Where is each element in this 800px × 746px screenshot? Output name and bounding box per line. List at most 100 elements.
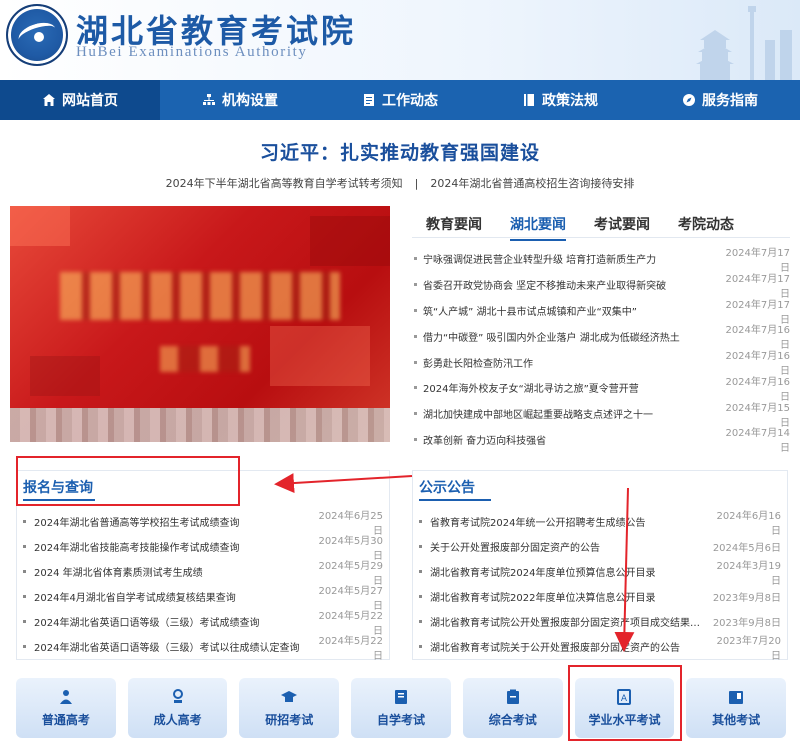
tab-authority-news[interactable]: 考院动态	[664, 212, 748, 234]
quick-link-label: 研招考试	[265, 712, 314, 727]
bullet-icon	[414, 283, 417, 287]
bullet-icon	[414, 308, 417, 312]
quick-link-button[interactable]: 自学考试	[351, 678, 451, 738]
quick-link-label: 普通高考	[41, 712, 90, 727]
list-item-title[interactable]: 改革创新 奋力迈向科技强省	[423, 432, 716, 447]
list-item-title[interactable]: 借力“中碳登” 吸引国内外企业落户 湖北成为低碳经济热土	[423, 329, 716, 344]
tab-education-news[interactable]: 教育要闻	[412, 212, 496, 234]
home-icon	[43, 94, 55, 106]
tab-exam-news[interactable]: 考试要闻	[580, 212, 664, 234]
list-item-title[interactable]: 2024年湖北省英语口语等级（三级）考试以往成绩认定查询	[34, 639, 311, 654]
list-item-title[interactable]: 2024年湖北省技能高考技能操作考试成绩查询	[34, 539, 311, 554]
list-item-title[interactable]: 关于公开处置报废部分固定资产的公告	[430, 539, 709, 554]
nav-item-label: 政策法规	[542, 93, 598, 109]
site-logo[interactable]	[6, 4, 68, 66]
announcement-list-item[interactable]: 湖北省教育考试院公开处置报废部分固定资产项目成交结果… 2023年9月8日	[413, 609, 787, 634]
registration-list-item[interactable]: 2024年湖北省普通高等学校招生考试成绩查询 2024年6月25日	[17, 509, 389, 537]
quick-link-button[interactable]: 其他考试	[686, 678, 787, 738]
bullet-icon	[419, 595, 422, 598]
news-banner-image[interactable]	[10, 206, 390, 442]
list-item-date: 2023年9月8日	[712, 593, 781, 604]
news-list-item[interactable]: 彭勇赴长阳检查防汛工作 2024年7月16日	[412, 349, 790, 377]
list-item-date: 2024年6月16日	[716, 510, 781, 537]
news-list-item[interactable]: 2024年海外校友子女“湖北寻访之旅”夏令营开营 2024年7月16日	[412, 375, 790, 403]
announcements-title[interactable]: 公示公告	[419, 477, 475, 497]
news-list-item[interactable]: 宁咏强调促进民营企业转型升级 培育打造新质生产力 2024年7月17日	[412, 246, 790, 274]
registration-list-item[interactable]: 2024年湖北省英语口语等级（三级）考试以往成绩认定查询 2024年5月22日	[17, 634, 389, 662]
nav-item-organization[interactable]: 机构设置	[160, 80, 320, 120]
list-item-title[interactable]: 宁咏强调促进民营企业转型升级 培育打造新质生产力	[423, 251, 716, 266]
list-item-title[interactable]: 2024年湖北省英语口语等级（三级）考试成绩查询	[34, 614, 311, 629]
list-item-date: 2024年3月19日	[716, 560, 781, 587]
announcement-list-item[interactable]: 省教育考试院2024年统一公开招聘考生成绩公告 2024年6月16日	[413, 509, 787, 537]
headline-link[interactable]: 习近平：扎实推动教育强国建设	[0, 138, 800, 165]
notebook-icon	[729, 690, 744, 704]
tab-hubei-news[interactable]: 湖北要闻	[496, 212, 580, 241]
announcements-panel: 公示公告 省教育考试院2024年统一公开招聘考生成绩公告 2024年6月16日 关于…	[412, 470, 788, 662]
book-icon	[524, 94, 534, 106]
bullet-icon	[414, 386, 417, 390]
registration-list-item[interactable]: 2024年湖北省英语口语等级（三级）考试成绩查询 2024年5月22日	[17, 609, 389, 637]
list-item-title[interactable]: 彭勇赴长阳检查防汛工作	[423, 355, 716, 370]
nav-item-work-news[interactable]: 工作动态	[320, 80, 480, 120]
registration-list-item[interactable]: 2024年湖北省技能高考技能操作考试成绩查询 2024年5月30日	[17, 534, 389, 562]
news-list-item[interactable]: 省委召开政党协商会 坚定不移推动未来产业取得新突破 2024年7月17日	[412, 272, 790, 300]
announcement-list-item[interactable]: 湖北省教育考试院2022年度单位决算信息公开目录 2023年9月8日	[413, 584, 787, 609]
nav-item-policy[interactable]: 政策法规	[480, 80, 640, 120]
list-item-title[interactable]: 2024年4月湖北省自学考试成绩复核结果查询	[34, 589, 311, 604]
registration-list-item[interactable]: 2024年4月湖北省自学考试成绩复核结果查询 2024年5月27日	[17, 584, 389, 612]
list-item-date: 2023年9月8日	[712, 618, 781, 629]
compass-icon	[683, 94, 695, 106]
nav-item-label: 网站首页	[62, 93, 118, 109]
quick-link-label: 综合考试	[488, 712, 537, 727]
bullet-icon	[419, 645, 422, 648]
quick-link-button[interactable]: 研招考试	[239, 678, 340, 738]
list-item-title[interactable]: 湖北加快建成中部地区崛起重要战略支点述评之十一	[423, 406, 716, 421]
nav-item-label: 服务指南	[702, 93, 758, 109]
list-item-title[interactable]: 湖北省教育考试院公开处置报废部分固定资产项目成交结果…	[430, 614, 709, 629]
bullet-icon	[23, 570, 26, 573]
bullet-icon	[23, 520, 26, 523]
list-item-title[interactable]: 2024 年湖北省体育素质测试考生成绩	[34, 564, 311, 579]
list-item-title[interactable]: 筑“人产城” 湖北十县市试点城镇和产业“双集中”	[423, 303, 716, 318]
list-item-title[interactable]: 2024年海外校友子女“湖北寻访之旅”夏令营开营	[423, 380, 716, 395]
nav-item-label: 工作动态	[382, 93, 438, 109]
registration-list-item[interactable]: 2024 年湖北省体育素质测试考生成绩 2024年5月29日	[17, 559, 389, 587]
news-list-item[interactable]: 湖北加快建成中部地区崛起重要战略支点述评之十一 2024年7月15日	[412, 401, 790, 429]
adult-icon	[172, 688, 183, 703]
student-icon	[59, 689, 72, 704]
list-item-title[interactable]: 省委召开政党协商会 坚定不移推动未来产业取得新突破	[423, 277, 716, 292]
bullet-icon	[419, 545, 422, 548]
list-item-title[interactable]: 省教育考试院2024年统一公开招聘考生成绩公告	[430, 514, 709, 529]
bullet-icon	[23, 545, 26, 548]
bullet-icon	[419, 620, 422, 623]
list-item-title[interactable]: 湖北省教育考试院关于公开处置报废部分固定资产的公告	[430, 639, 709, 654]
bullet-icon	[414, 257, 417, 261]
news-list-item[interactable]: 借力“中碳登” 吸引国内外企业落户 湖北成为低碳经济热土 2024年7月16日	[412, 323, 790, 351]
subheadline-link-2[interactable]: 2024年湖北省普通高校招生咨询接待安排	[430, 177, 634, 190]
list-item-title[interactable]: 湖北省教育考试院2024年度单位预算信息公开目录	[430, 564, 709, 579]
list-item-date: 2024年5月6日	[712, 543, 781, 554]
announcement-list-item[interactable]: 湖北省教育考试院2024年度单位预算信息公开目录 2024年3月19日	[413, 559, 787, 587]
news-list-item[interactable]: 改革创新 奋力迈向科技强省 2024年7月14日	[412, 427, 790, 454]
news-list: 宁咏强调促进民营企业转型升级 培育打造新质生产力 2024年7月17日 省委召开政党…	[412, 246, 790, 454]
quick-link-button[interactable]: 综合考试	[462, 678, 563, 738]
subheadline-link-1[interactable]: 2024年下半年湖北省高等教育自学考试转考须知	[166, 177, 403, 190]
nav-item-home[interactable]: 网站首页	[0, 80, 160, 120]
nav-item-service-guide[interactable]: 服务指南	[640, 80, 800, 120]
quick-link-label: 成人高考	[153, 712, 202, 727]
subheadline-separator: |	[414, 177, 419, 190]
news-tabs: 教育要闻 湖北要闻 考试要闻 考院动态	[412, 212, 748, 241]
quick-link-button[interactable]: 普通高考	[16, 678, 116, 738]
site-header: 湖北省教育考试院 HuBei Examinations Authority	[0, 0, 800, 80]
list-item-title[interactable]: 2024年湖北省普通高等学校招生考试成绩查询	[34, 514, 311, 529]
news-list-item[interactable]: 筑“人产城” 湖北十县市试点城镇和产业“双集中” 2024年7月17日	[412, 298, 790, 326]
announcement-list-item[interactable]: 湖北省教育考试院关于公开处置报废部分固定资产的公告 2023年7月20日	[413, 634, 787, 662]
quick-link-button[interactable]: 成人高考	[127, 678, 228, 738]
skyline-decoration-icon	[696, 6, 792, 80]
announcement-list-item[interactable]: 关于公开处置报废部分固定资产的公告 2024年5月6日	[413, 534, 787, 559]
bullet-icon	[23, 645, 26, 648]
list-item-title[interactable]: 湖北省教育考试院2022年度单位决算信息公开目录	[430, 589, 709, 604]
title-underline	[419, 499, 491, 501]
bullet-icon	[23, 595, 26, 598]
